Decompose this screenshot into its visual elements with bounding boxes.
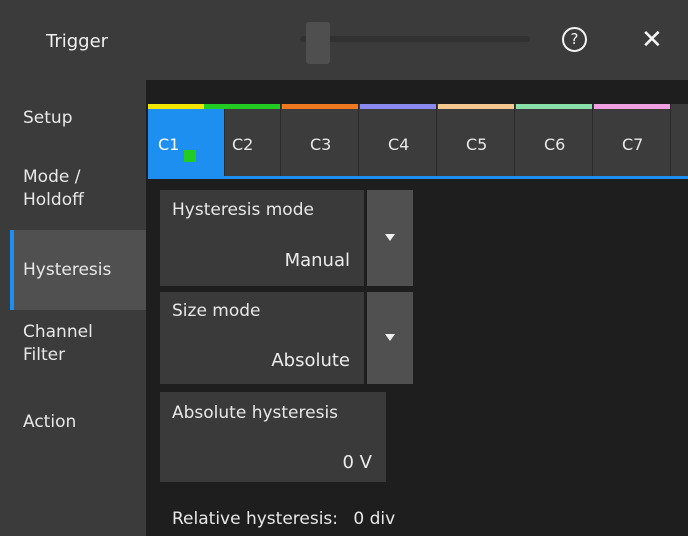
tab-label: C4 (388, 135, 410, 154)
sidebar-item-label: Hysteresis (23, 260, 112, 280)
close-icon[interactable]: ✕ (641, 27, 663, 53)
channel-color-stripe (204, 104, 280, 109)
sidebar-item-mode-holdoff[interactable]: Mode / Holdoff (10, 166, 146, 214)
hysteresis-mode-label: Hysteresis mode (172, 200, 314, 220)
channel-color-stripe (282, 104, 358, 109)
dialog-title: Trigger (46, 31, 109, 52)
sidebar-item-label: Holdoff (23, 190, 84, 210)
tab-label: C3 (310, 135, 332, 154)
sidebar-item-hysteresis[interactable]: Hysteresis (10, 230, 146, 310)
help-icon[interactable]: ? (562, 27, 587, 52)
tab-c3[interactable]: C3 (282, 104, 359, 178)
dialog-slider-handle[interactable] (306, 22, 330, 64)
size-mode-value[interactable]: Absolute (172, 350, 350, 371)
tab-label: C6 (544, 135, 566, 154)
sidebar-item-channel-filter[interactable]: Channel Filter (10, 321, 146, 369)
tab-label: C7 (622, 135, 644, 154)
absolute-hysteresis-label: Absolute hysteresis (172, 403, 339, 423)
sidebar-item-label: Action (23, 412, 77, 432)
channel-color-stripe (516, 104, 592, 109)
sidebar-item-label: Filter (23, 345, 66, 365)
channel-active-indicator (184, 150, 196, 162)
tab-c4[interactable]: C4 (360, 104, 437, 178)
channel-color-stripe (360, 104, 436, 109)
tab-c7[interactable]: C7 (594, 104, 671, 178)
relative-hysteresis-value: 0 div (353, 509, 396, 529)
absolute-hysteresis-value[interactable]: 0 V (172, 452, 373, 473)
chevron-down-icon (385, 334, 395, 341)
tab-underline (148, 176, 688, 179)
sidebar-item-label: Mode / (23, 167, 81, 187)
tab-c2[interactable]: C2 (204, 104, 281, 178)
tab-c6[interactable]: C6 (516, 104, 593, 178)
tab-label: C2 (232, 135, 254, 154)
relative-hysteresis-readout: Relative hysteresis: 0 div (172, 509, 395, 529)
sidebar: Setup Mode / Holdoff Hysteresis Channel … (0, 80, 146, 536)
sidebar-item-action[interactable]: Action (10, 411, 146, 435)
hysteresis-mode-dropdown-button[interactable] (367, 190, 413, 286)
sidebar-item-setup[interactable]: Setup (10, 107, 146, 131)
size-mode-dropdown-button[interactable] (367, 292, 413, 384)
chevron-down-icon (385, 234, 395, 241)
sidebar-item-label: Setup (23, 108, 73, 128)
sidebar-item-label: Channel (23, 322, 93, 342)
tab-label: C5 (466, 135, 488, 154)
dialog-slider-track[interactable] (300, 36, 530, 42)
tab-c5[interactable]: C5 (438, 104, 515, 178)
hysteresis-mode-value[interactable]: Manual (172, 250, 350, 271)
channel-color-stripe (438, 104, 514, 109)
size-mode-label: Size mode (172, 301, 261, 321)
channel-color-stripe (594, 104, 670, 109)
relative-hysteresis-label: Relative hysteresis: (172, 509, 339, 529)
title-bar: Trigger ? ✕ (0, 0, 688, 80)
tab-label: C1 (158, 135, 180, 154)
